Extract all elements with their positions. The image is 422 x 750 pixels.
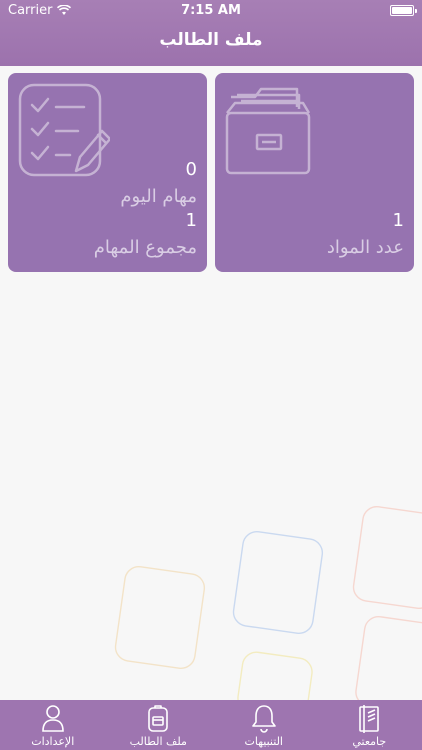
tab-notifications[interactable]: التنبيهات (211, 700, 317, 750)
tab-bar: جامعتي التنبيهات ملف الطالب الإعدادات (0, 700, 422, 750)
subjects-card[interactable]: 1 عدد المواد (215, 73, 414, 272)
subjects-label: عدد المواد (326, 237, 404, 258)
tab-student-profile[interactable]: ملف الطالب (106, 700, 212, 750)
tab-my-university[interactable]: جامعتي (317, 700, 422, 750)
file-cabinet-icon (225, 87, 311, 175)
tab-label: ملف الطالب (129, 735, 187, 748)
tab-label: جامعتي (352, 735, 387, 748)
checklist-icon (18, 83, 110, 177)
tab-label: الإعدادات (31, 735, 75, 748)
today-tasks-count: 0 (185, 159, 197, 180)
bell-icon (251, 705, 276, 733)
backpack-icon (148, 705, 169, 732)
tasks-card[interactable]: 0 مهام اليوم 1 مجموع المهام (8, 73, 207, 272)
today-tasks-label: مهام اليوم (120, 186, 197, 207)
background-decoration (114, 506, 422, 700)
page-title: ملف الطالب (159, 30, 263, 50)
total-tasks-label: مجموع المهام (93, 237, 197, 258)
book-icon (359, 705, 380, 733)
tab-settings[interactable]: الإعدادات (0, 700, 106, 750)
total-tasks-count: 1 (185, 210, 197, 231)
navigation-bar: Carrier 7:15 AM ملف الطالب (0, 0, 422, 66)
clock: 7:15 AM (181, 3, 241, 18)
subjects-count: 1 (392, 210, 404, 231)
user-icon (41, 705, 64, 732)
status-bar: Carrier 7:15 AM (0, 0, 422, 22)
battery-icon (390, 5, 417, 16)
tab-label: التنبيهات (244, 735, 283, 748)
